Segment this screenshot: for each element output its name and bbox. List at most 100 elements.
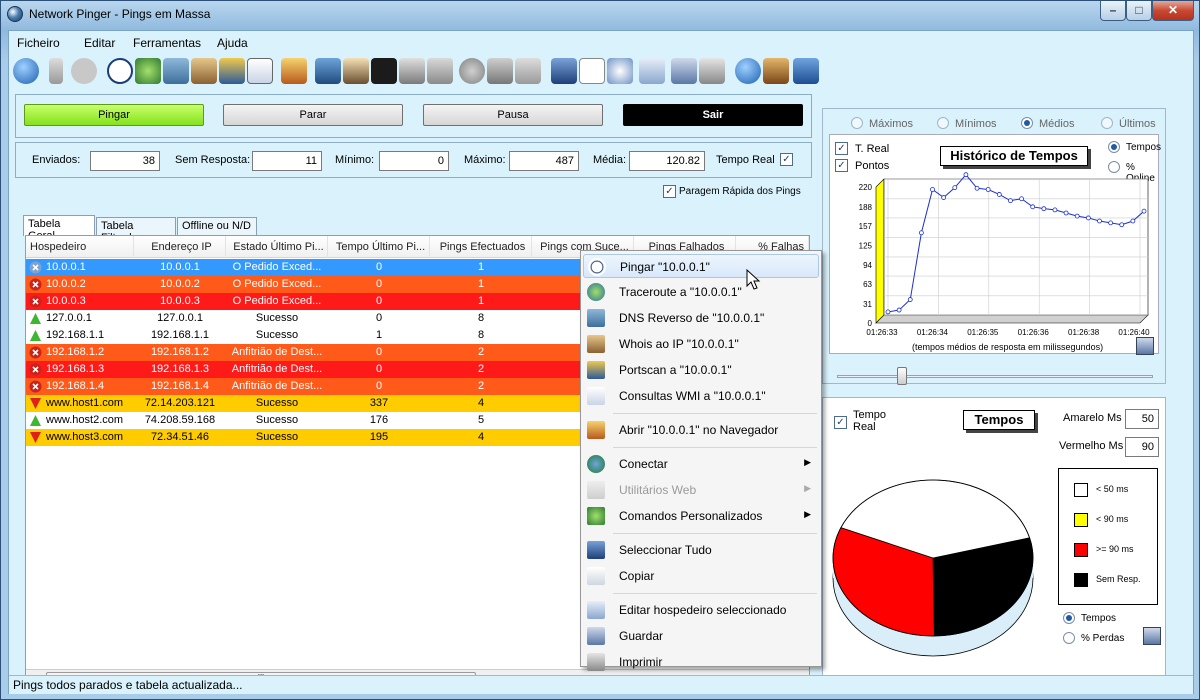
y-tick-label: 125 [859, 242, 873, 251]
context-menu-item[interactable]: Whois ao IP "10.0.0.1" [583, 332, 819, 356]
pie-realtime-checkbox[interactable]: ✓ [834, 416, 847, 429]
data-point [1041, 206, 1047, 212]
copy-icon[interactable] [579, 58, 605, 84]
tab-tabela-filtrada[interactable]: Tabela Filtrada [96, 217, 176, 244]
history-mode-radio[interactable] [851, 117, 863, 129]
connect-icon[interactable] [315, 58, 341, 84]
pie-title: Tempos [963, 410, 1035, 430]
cell-ip: 72.34.51.46 [150, 431, 210, 443]
column-header[interactable]: Endereço IP [134, 236, 226, 258]
settings-icon[interactable] [763, 58, 789, 84]
context-menu-item[interactable]: Portscan a "10.0.0.1" [583, 358, 819, 382]
tools-icon[interactable] [399, 58, 425, 84]
pie-realtime-label: Tempo Real [853, 409, 887, 433]
history-mode-radio[interactable] [937, 117, 949, 129]
legend-swatch-black [1074, 573, 1088, 587]
wmi-icon[interactable] [247, 58, 273, 84]
cell-ip: 127.0.0.1 [157, 312, 203, 324]
history-mode-radio[interactable] [1101, 117, 1113, 129]
plug-icon[interactable] [427, 58, 453, 84]
y-tick-label: 31 [863, 300, 872, 309]
tab-offline[interactable]: Offline ou N/D [177, 217, 257, 235]
history-realtime-checkbox[interactable]: ✓ [835, 142, 848, 155]
history-zoom-thumb[interactable] [897, 367, 907, 385]
stop-button[interactable]: Parar [223, 104, 403, 126]
edit-icon[interactable] [639, 58, 665, 84]
yellow-ms-label: Amarelo Ms [1063, 412, 1122, 424]
context-menu-item[interactable]: Editar hospedeiro seleccionado [583, 598, 819, 622]
context-menu-label: Utilitários Web [619, 483, 697, 497]
context-menu-item[interactable]: Utilitários Web ▶ [583, 478, 819, 502]
realtime-checkbox[interactable]: ✓ [780, 153, 793, 166]
history-zoom-track[interactable] [837, 375, 1153, 378]
legend-noresp: Sem Resp. [1096, 574, 1141, 584]
traceroute-icon[interactable] [135, 58, 161, 84]
context-menu-item[interactable]: Abrir "10.0.0.1" no Navegador [583, 418, 819, 442]
exit-door-icon[interactable] [793, 58, 819, 84]
close-button[interactable]: ✕ [1152, 1, 1194, 21]
bank-icon[interactable] [487, 58, 513, 84]
pause-button[interactable]: Pausa [423, 104, 603, 126]
context-menu-item[interactable]: Seleccionar Tudo [583, 538, 819, 562]
menu-ficheiro[interactable]: Ficheiro [17, 36, 60, 50]
print-icon[interactable] [699, 58, 725, 84]
context-menu-item[interactable]: Consultas WMI a "10.0.0.1" [583, 384, 819, 408]
context-menu-item[interactable]: Imprimir [583, 650, 819, 674]
cell-ip: 192.168.1.2 [150, 346, 210, 358]
ping-button[interactable]: Pingar [24, 104, 204, 126]
maximize-button[interactable]: □ [1126, 1, 1152, 21]
menu-editar[interactable]: Editar [84, 36, 115, 50]
history-save-icon[interactable] [1136, 337, 1154, 355]
column-header[interactable]: Pings Efectuados [430, 236, 532, 258]
terminal-icon[interactable] [371, 58, 397, 84]
buttons-panel: Pingar Parar Pausa Sair [15, 94, 812, 138]
cell-done: 1 [477, 278, 485, 290]
at-icon[interactable] [459, 58, 485, 84]
status-error-icon [29, 295, 42, 308]
red-ms-input[interactable]: 90 [1125, 437, 1159, 457]
context-menu-item[interactable]: Guardar [583, 624, 819, 648]
hand-icon[interactable] [343, 58, 369, 84]
play-icon[interactable] [13, 58, 39, 84]
yellow-ms-input[interactable]: 50 [1125, 409, 1159, 429]
column-header[interactable]: Tempo Último Pi... [328, 236, 430, 258]
select-all-icon[interactable] [551, 58, 577, 84]
find-icon[interactable] [607, 58, 633, 84]
browser-icon[interactable] [281, 58, 307, 84]
stop-icon[interactable] [71, 58, 97, 84]
cell-last: 0 [375, 312, 383, 324]
column-header[interactable]: Estado Último Pi... [226, 236, 328, 258]
pause-icon[interactable] [49, 58, 63, 84]
tab-tabela-geral[interactable]: Tabela Geral [23, 215, 95, 242]
menu-ajuda[interactable]: Ajuda [217, 36, 248, 50]
context-menu-item[interactable]: Traceroute a "10.0.0.1" [583, 280, 819, 304]
context-menu-item[interactable]: Pingar "10.0.0.1" [583, 254, 819, 278]
menu-ferramentas[interactable]: Ferramentas [133, 36, 201, 50]
save-icon[interactable] [671, 58, 697, 84]
history-mode-radio[interactable] [1021, 117, 1033, 129]
column-header[interactable]: Hospedeiro [26, 236, 134, 258]
minimize-button[interactable]: – [1100, 1, 1126, 21]
pie-times-radio[interactable] [1063, 612, 1075, 624]
pie-chart [832, 479, 1034, 657]
context-menu-item[interactable]: Comandos Personalizados ▶ [583, 504, 819, 528]
help-icon[interactable] [735, 58, 761, 84]
context-menu-item[interactable]: Conectar ▶ [583, 452, 819, 476]
whois-icon[interactable] [191, 58, 217, 84]
quick-stop-checkbox[interactable]: ✓ [663, 185, 676, 198]
portscan-icon[interactable] [219, 58, 245, 84]
crosshair-icon[interactable] [107, 58, 133, 84]
exit-button[interactable]: Sair [623, 104, 803, 126]
save-icon [587, 627, 605, 645]
context-menu-item[interactable]: DNS Reverso de "10.0.0.1" [583, 306, 819, 330]
history-times-radio[interactable] [1108, 141, 1120, 153]
history-mode-label: Médios [1039, 118, 1075, 130]
context-menu-item[interactable]: Copiar [583, 564, 819, 588]
pie-loss-radio[interactable] [1063, 632, 1075, 644]
cell-state: Sucesso [255, 431, 299, 443]
pie-save-icon[interactable] [1143, 627, 1161, 645]
sent-label: Enviados: [32, 154, 81, 166]
eraser-icon[interactable] [515, 58, 541, 84]
dns-icon[interactable] [163, 58, 189, 84]
stats-panel: Enviados: 38 Sem Resposta: 11 Mínimo: 0 … [15, 142, 812, 178]
